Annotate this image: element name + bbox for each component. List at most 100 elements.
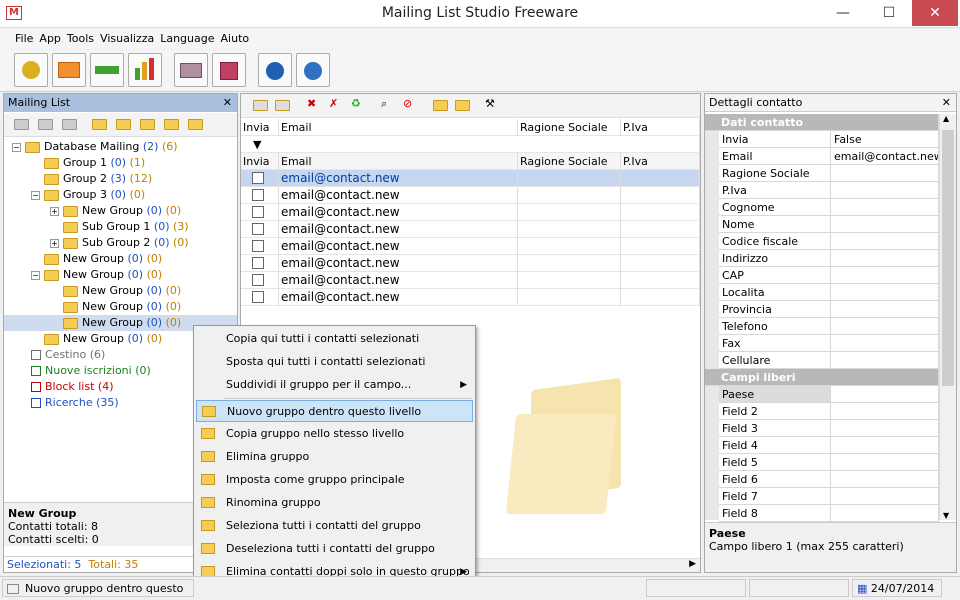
email-cell[interactable]: email@contact.new [279, 221, 518, 238]
ragione-sociale-cell[interactable] [518, 170, 621, 187]
email-cell[interactable]: email@contact.new [279, 255, 518, 272]
column-header[interactable]: P.Iva [621, 119, 700, 136]
menu-item-copy-group[interactable]: Copia gruppo nello stesso livello [196, 423, 473, 445]
tree-item[interactable]: Group 2 (3) (12) [31, 171, 152, 187]
property-value[interactable] [831, 318, 939, 335]
minimize-button[interactable]: — [820, 0, 866, 26]
copy-folder-icon[interactable] [433, 100, 448, 111]
send-checkbox[interactable] [241, 272, 279, 289]
property-name[interactable]: Invia [719, 131, 831, 148]
folder-icon[interactable] [116, 119, 131, 130]
email-cell[interactable]: email@contact.new [279, 170, 518, 187]
property-value[interactable] [831, 471, 939, 488]
property-name[interactable]: Fax [719, 335, 831, 352]
delete-icon[interactable]: ✖ [307, 97, 316, 110]
property-name[interactable]: Ragione Sociale [719, 165, 831, 182]
property-name[interactable]: Cellulare [719, 352, 831, 369]
property-name[interactable]: Field 8 [719, 505, 831, 522]
upload-icon[interactable] [296, 53, 330, 87]
folder-icon[interactable] [62, 119, 77, 130]
menu-visualizza[interactable]: Visualizza [97, 29, 157, 49]
send-arrow-icon[interactable] [90, 53, 124, 87]
menu-item-copy-contacts-here[interactable]: Copia qui tutti i contatti selezionati [196, 328, 473, 350]
send-checkbox[interactable] [241, 238, 279, 255]
property-value[interactable] [831, 165, 939, 182]
menu-item-new-subgroup[interactable]: Nuovo gruppo dentro questo livello [196, 400, 473, 422]
property-name[interactable]: Codice fiscale [719, 233, 831, 250]
ragione-sociale-cell[interactable] [518, 204, 621, 221]
scroll-down-icon[interactable]: ▼ [943, 511, 949, 520]
close-panel-button[interactable]: ✕ [223, 94, 232, 112]
save-icon[interactable] [212, 53, 246, 87]
folder-new-icon[interactable] [164, 119, 179, 130]
property-value[interactable]: False [831, 131, 939, 148]
special-folder[interactable]: Cestino (6) [31, 347, 105, 363]
ragione-sociale-cell[interactable] [518, 272, 621, 289]
tree-item[interactable]: + New Group (0) (0) [50, 203, 181, 219]
property-name[interactable]: Nome [719, 216, 831, 233]
property-name[interactable]: Field 6 [719, 471, 831, 488]
scroll-right-icon[interactable]: ▶ [689, 559, 696, 569]
folder-check-icon[interactable] [92, 119, 107, 130]
property-value[interactable] [831, 250, 939, 267]
property-value[interactable]: email@contact.new [831, 148, 939, 165]
email-cell[interactable]: email@contact.new [279, 289, 518, 306]
column-header[interactable]: Ragione Sociale [518, 153, 621, 170]
download-icon[interactable] [258, 53, 292, 87]
expand-toggle-icon[interactable]: − [31, 270, 40, 280]
tree-item[interactable]: − New Group (0) (0) [31, 267, 162, 283]
tree-item[interactable]: + Sub Group 2 (0) (0) [50, 235, 189, 251]
property-name[interactable]: Field 2 [719, 403, 831, 420]
menu-item-move-contacts-here[interactable]: Sposta qui tutti i contatti selezionati [196, 351, 473, 373]
property-name[interactable]: Telefono [719, 318, 831, 335]
property-name[interactable]: Field 5 [719, 454, 831, 471]
filter-row[interactable]: ▼ [241, 136, 700, 153]
tree-item[interactable]: − Database Mailing (2) (6) [12, 139, 178, 155]
menu-tools[interactable]: Tools [64, 29, 97, 49]
tools-icon[interactable]: ⚒ [485, 97, 495, 110]
property-value[interactable] [831, 267, 939, 284]
tree-item[interactable]: New Group (0) (0) [50, 299, 181, 315]
ragione-sociale-cell[interactable] [518, 221, 621, 238]
send-checkbox[interactable] [241, 255, 279, 272]
property-value[interactable] [831, 352, 939, 369]
folder-icon[interactable] [14, 119, 29, 130]
scroll-up-icon[interactable]: ▲ [943, 114, 949, 123]
ragione-sociale-cell[interactable] [518, 187, 621, 204]
email-cell[interactable]: email@contact.new [279, 272, 518, 289]
move-folder-icon[interactable] [455, 100, 470, 111]
statistics-icon[interactable] [128, 53, 162, 87]
close-panel-button[interactable]: ✕ [942, 94, 951, 112]
email-cell[interactable]: email@contact.new [279, 204, 518, 221]
mail-icon[interactable] [52, 53, 86, 87]
menu-item-select-all-contacts[interactable]: Seleziona tutti i contatti del gruppo [196, 515, 473, 537]
piva-cell[interactable] [621, 187, 700, 204]
property-value[interactable] [831, 488, 939, 505]
column-header[interactable]: Email [279, 153, 518, 170]
expand-toggle-icon[interactable]: + [50, 206, 59, 216]
column-header[interactable]: P.Iva [621, 153, 700, 170]
open-folder-icon[interactable] [174, 53, 208, 87]
column-header[interactable]: Invia [241, 153, 279, 170]
tree-item[interactable]: New Group (0) (0) [31, 251, 162, 267]
column-header[interactable]: Invia [241, 119, 279, 136]
column-header[interactable]: Email [279, 119, 518, 136]
property-name[interactable]: Indirizzo [719, 250, 831, 267]
contacts-icon[interactable] [14, 53, 48, 87]
special-folder[interactable]: Ricerche (35) [31, 395, 119, 411]
piva-cell[interactable] [621, 170, 700, 187]
send-checkbox[interactable] [241, 204, 279, 221]
tree-item[interactable]: Group 1 (0) (1) [31, 155, 145, 171]
special-folder[interactable]: Block list (4) [31, 379, 113, 395]
menu-file[interactable]: File [12, 29, 36, 49]
expand-toggle-icon[interactable]: − [12, 142, 21, 152]
property-value[interactable] [831, 335, 939, 352]
send-checkbox[interactable] [241, 170, 279, 187]
property-value[interactable] [831, 301, 939, 318]
property-value[interactable] [831, 454, 939, 471]
piva-cell[interactable] [621, 272, 700, 289]
piva-cell[interactable] [621, 289, 700, 306]
property-value[interactable] [831, 182, 939, 199]
property-value[interactable] [831, 233, 939, 250]
folder-delete-icon[interactable] [140, 119, 155, 130]
